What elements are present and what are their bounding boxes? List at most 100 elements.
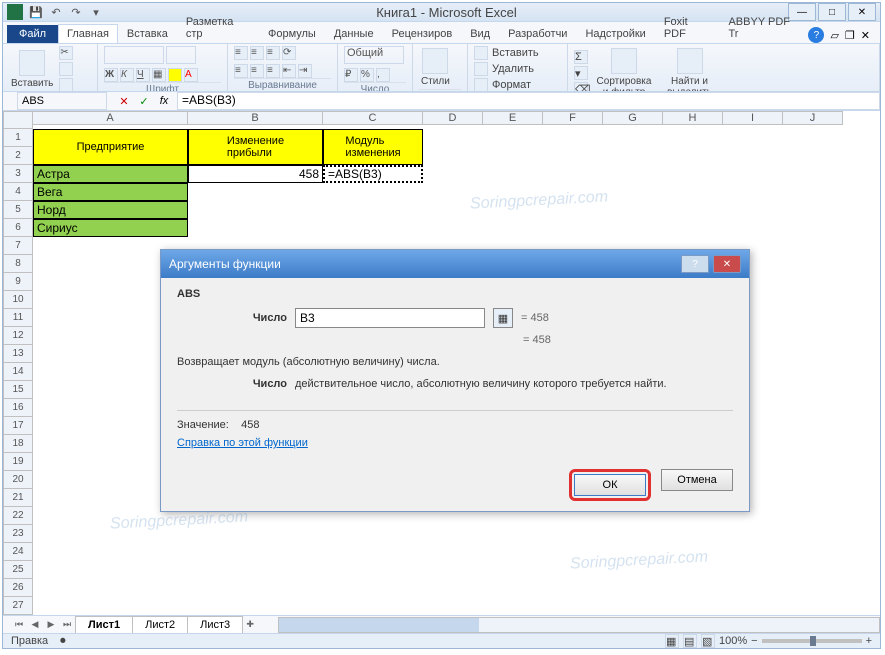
- tab-developer[interactable]: Разработчи: [499, 24, 576, 43]
- delete-cells-button[interactable]: Удалить: [474, 62, 539, 76]
- new-sheet-icon[interactable]: ✚: [242, 617, 258, 633]
- col-header-B[interactable]: B: [188, 111, 323, 125]
- align-mid-icon[interactable]: ≡: [250, 46, 264, 60]
- row-header-8[interactable]: 8: [3, 255, 33, 273]
- border-icon[interactable]: ▦: [152, 68, 166, 82]
- italic-icon[interactable]: К: [120, 68, 134, 82]
- tab-insert[interactable]: Вставка: [118, 24, 177, 43]
- redo-icon[interactable]: ↷: [67, 3, 85, 21]
- cut-icon[interactable]: ✂: [59, 46, 73, 60]
- cell[interactable]: Предприятие: [33, 129, 188, 165]
- row-header-2[interactable]: 2: [3, 147, 33, 165]
- zoom-out-icon[interactable]: −: [751, 635, 757, 647]
- view-layout-icon[interactable]: ▤: [683, 634, 697, 648]
- row-header-19[interactable]: 19: [3, 453, 33, 471]
- save-icon[interactable]: 💾: [27, 3, 45, 21]
- arg-input[interactable]: [295, 308, 485, 328]
- row-header-25[interactable]: 25: [3, 561, 33, 579]
- col-header-I[interactable]: I: [723, 111, 783, 125]
- col-header-D[interactable]: D: [423, 111, 483, 125]
- row-header-20[interactable]: 20: [3, 471, 33, 489]
- autosum-button[interactable]: Σ: [574, 50, 588, 64]
- undo-icon[interactable]: ↶: [47, 3, 65, 21]
- align-bot-icon[interactable]: ≡: [266, 46, 280, 60]
- row-header-5[interactable]: 5: [3, 201, 33, 219]
- row-header-23[interactable]: 23: [3, 525, 33, 543]
- row-header-27[interactable]: 27: [3, 597, 33, 615]
- fill-color-icon[interactable]: [168, 68, 182, 82]
- sheet-nav-first-icon[interactable]: ⏮: [11, 617, 27, 633]
- fill-down-button[interactable]: ▾: [574, 66, 588, 80]
- cancel-button[interactable]: Отмена: [661, 469, 733, 491]
- row-header-10[interactable]: 10: [3, 291, 33, 309]
- percent-icon[interactable]: %: [360, 68, 374, 82]
- tab-foxit[interactable]: Foxit PDF: [655, 12, 720, 43]
- row-header-18[interactable]: 18: [3, 435, 33, 453]
- row-header-7[interactable]: 7: [3, 237, 33, 255]
- col-header-F[interactable]: F: [543, 111, 603, 125]
- tab-abbyy[interactable]: ABBYY PDF Tr: [719, 12, 808, 43]
- sheet-nav-last-icon[interactable]: ⏭: [59, 617, 75, 633]
- zoom-in-icon[interactable]: +: [866, 635, 872, 647]
- cell[interactable]: Изменениеприбыли: [188, 129, 323, 165]
- file-tab[interactable]: Файл: [7, 25, 58, 43]
- align-left-icon[interactable]: ≡: [234, 64, 248, 78]
- tab-home[interactable]: Главная: [58, 24, 118, 43]
- row-header-26[interactable]: 26: [3, 579, 33, 597]
- doc-close-icon[interactable]: ✕: [861, 29, 870, 42]
- indent-icon[interactable]: ⇤: [282, 64, 296, 78]
- paste-button[interactable]: Вставить: [9, 48, 55, 91]
- sheet-tab-3[interactable]: Лист3: [187, 616, 243, 633]
- clear-button[interactable]: ⌫: [574, 82, 588, 92]
- tab-formulas[interactable]: Формулы: [259, 24, 325, 43]
- sheet-tab-1[interactable]: Лист1: [75, 616, 133, 633]
- row-header-22[interactable]: 22: [3, 507, 33, 525]
- view-normal-icon[interactable]: ▦: [665, 634, 679, 648]
- ribbon-minimize-icon[interactable]: ▱: [830, 29, 838, 42]
- row-header-12[interactable]: 12: [3, 327, 33, 345]
- macro-record-icon[interactable]: ⏺: [60, 635, 66, 648]
- bold-icon[interactable]: Ж: [104, 68, 118, 82]
- fx-icon[interactable]: fx: [155, 92, 173, 110]
- font-size-select[interactable]: [166, 46, 196, 64]
- close-button[interactable]: ✕: [848, 3, 876, 21]
- row-header-11[interactable]: 11: [3, 309, 33, 327]
- collapse-dialog-icon[interactable]: ▦: [493, 308, 513, 328]
- help-icon[interactable]: ?: [808, 27, 824, 43]
- cell[interactable]: 458: [188, 165, 323, 183]
- format-painter-icon[interactable]: [59, 78, 73, 92]
- col-header-A[interactable]: A: [33, 111, 188, 125]
- sort-filter-button[interactable]: Сортировка и фильтр: [592, 46, 656, 92]
- font-family-select[interactable]: [104, 46, 164, 64]
- accept-formula-icon[interactable]: ✓: [135, 92, 153, 110]
- doc-restore-icon[interactable]: ❐: [845, 29, 855, 42]
- insert-cells-button[interactable]: Вставить: [474, 46, 539, 60]
- format-cells-button[interactable]: Формат: [474, 78, 539, 92]
- orient-icon[interactable]: ⟳: [282, 46, 296, 60]
- row-header-4[interactable]: 4: [3, 183, 33, 201]
- cell[interactable]: Сириус: [33, 219, 188, 237]
- number-format-select[interactable]: Общий: [344, 46, 404, 64]
- formula-input[interactable]: =ABS(B3): [177, 92, 880, 110]
- col-header-E[interactable]: E: [483, 111, 543, 125]
- select-all-corner[interactable]: [3, 111, 33, 129]
- comma-icon[interactable]: ,: [376, 68, 390, 82]
- row-header-16[interactable]: 16: [3, 399, 33, 417]
- row-header-9[interactable]: 9: [3, 273, 33, 291]
- align-center-icon[interactable]: ≡: [250, 64, 264, 78]
- row-header-1[interactable]: 1: [3, 129, 33, 147]
- underline-icon[interactable]: Ч: [136, 68, 150, 82]
- copy-icon[interactable]: [59, 62, 73, 76]
- dialog-titlebar[interactable]: Аргументы функции ? ✕: [161, 250, 749, 278]
- currency-icon[interactable]: ₽: [344, 68, 358, 82]
- col-header-H[interactable]: H: [663, 111, 723, 125]
- row-header-17[interactable]: 17: [3, 417, 33, 435]
- tab-addins[interactable]: Надстройки: [576, 24, 654, 43]
- name-box[interactable]: ABS: [17, 92, 107, 110]
- row-header-3[interactable]: 3: [3, 165, 33, 183]
- qat-custom-icon[interactable]: ▾: [87, 3, 105, 21]
- outdent-icon[interactable]: ⇥: [298, 64, 312, 78]
- font-color-icon[interactable]: A: [184, 68, 198, 82]
- row-header-13[interactable]: 13: [3, 345, 33, 363]
- cell[interactable]: Модульизменения: [323, 129, 423, 165]
